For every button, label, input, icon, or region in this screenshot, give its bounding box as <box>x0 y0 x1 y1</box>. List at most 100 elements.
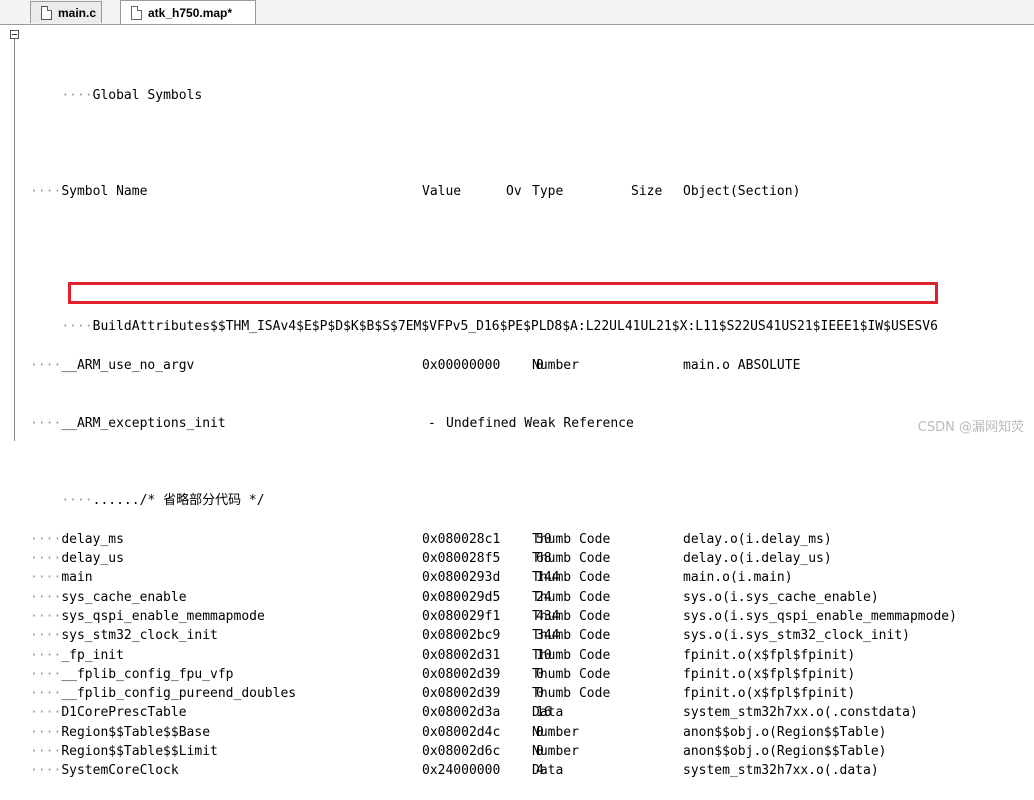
symbol-name: ····Region$$Table$$Base <box>30 724 211 740</box>
tab-main-c[interactable]: main.c <box>30 1 102 23</box>
collapse-fold-icon[interactable] <box>10 30 19 39</box>
symbol-value: 0x00000000 <box>422 358 501 374</box>
symbol-object: main.o ABSOLUTE <box>683 358 801 374</box>
symbol-size: 0 <box>536 724 544 740</box>
symbol-object: sys.o(i.sys_qspi_enable_memmapmode) <box>683 608 957 624</box>
col-type: Type <box>532 184 564 200</box>
symbol-name: ····delay_ms <box>30 531 124 547</box>
symbol-size: 144 <box>536 570 560 586</box>
symbol-value: 0x08002d31 <box>422 647 501 663</box>
editor-tab-bar: main.c atk_h750.map* <box>0 0 1034 25</box>
symbol-object: fpinit.o(x$fpl$fpinit) <box>683 647 856 663</box>
symbol-value: 0x08002d3a <box>422 705 501 721</box>
symbol-object: anon$$obj.o(Region$$Table) <box>683 743 887 759</box>
symbol-size: 24 <box>536 589 552 605</box>
symbol-name: ····D1CorePrescTable <box>30 705 187 721</box>
weak-ref-text: Undefined Weak Reference <box>446 415 634 431</box>
symbol-name: ····__fplib_config_fpu_vfp <box>30 666 234 682</box>
omitted-comment-line: ····....../* 省略部分代码 */ <box>61 493 265 509</box>
symbol-value: 0x080028c1 <box>422 531 501 547</box>
symbol-row: ····D1CorePrescTable 0x08002d3a Data 16 syst… <box>30 703 1034 722</box>
symbol-object: sys.o(i.sys_cache_enable) <box>683 589 879 605</box>
fold-region <box>0 25 26 441</box>
symbol-name-text: SystemCoreClock <box>61 763 179 779</box>
symbol-object: system_stm32h7xx.o(.data) <box>683 763 879 779</box>
symbol-name: ····__ARM_use_no_argv <box>30 358 195 374</box>
watermark: CSDN @漏网知荧 <box>917 420 1024 435</box>
col-symbol-name: Symbol Name <box>61 184 148 200</box>
weak-ref-name: __ARM_exceptions_init <box>61 415 226 431</box>
symbol-row: ····__fplib_config_fpu_vfp 0x08002d39 Thum… <box>30 665 1034 684</box>
symbol-size: 4 <box>536 763 544 779</box>
omitted-comment: ....../* 省略部分代码 */ <box>92 493 265 509</box>
symbol-row: ····delay_ms 0x080028c1 Thumb Code 50 delay.… <box>30 530 1034 549</box>
section-title: Global Symbols <box>92 87 203 103</box>
symbol-size: 0 <box>536 743 544 759</box>
symbol-object: sys.o(i.sys_stm32_clock_init) <box>683 628 910 644</box>
symbol-size: 344 <box>536 628 560 644</box>
symbol-name: ····main <box>30 570 93 586</box>
symbol-size: 434 <box>536 608 560 624</box>
symbol-name-text: __fplib_config_pureend_doubles <box>61 686 297 702</box>
symbol-name: ····Region$$Table$$Limit <box>30 743 218 759</box>
symbol-value: 0x08002bc9 <box>422 628 501 644</box>
tab-atk-h750-map[interactable]: atk_h750.map* <box>120 0 256 24</box>
symbol-name-text: sys_qspi_enable_memmapmode <box>61 608 265 624</box>
symbol-row: ····__fplib_config_pureend_doubles 0x0800… <box>30 684 1034 703</box>
col-object: Object(Section) <box>683 184 801 200</box>
symbol-row: ····sys_cache_enable 0x080029d5 Thumb Code… <box>30 588 1034 607</box>
tab-label: atk_h750.map* <box>148 5 233 20</box>
symbol-value: 0x080029d5 <box>422 589 501 605</box>
symbol-object: system_stm32h7xx.o(.constdata) <box>683 705 918 721</box>
symbol-object: fpinit.o(x$fpl$fpinit) <box>683 666 856 682</box>
symbol-value: 0x0800293d <box>422 570 501 586</box>
column-header-line: ····Symbol Name Value Ov Type Size Objec… <box>30 182 1034 201</box>
symbol-row: ····sys_qspi_enable_memmapmode 0x080029f1… <box>30 607 1034 626</box>
symbol-size: 10 <box>536 647 552 663</box>
weak-ref-value: - <box>428 415 436 431</box>
symbol-name: ····__fplib_config_pureend_doubles <box>30 686 297 702</box>
symbol-row: ····sys_stm32_clock_init 0x08002bc9 Thumb … <box>30 626 1034 645</box>
symbol-value: 0x08002d4c <box>422 724 501 740</box>
symbol-object: fpinit.o(x$fpl$fpinit) <box>683 686 856 702</box>
symbol-size: 68 <box>536 551 552 567</box>
symbol-value: 0x08002d39 <box>422 666 501 682</box>
symbol-name-text: sys_cache_enable <box>61 589 187 605</box>
symbol-name-text: delay_ms <box>61 531 124 547</box>
symbol-value: 0x24000000 <box>422 763 501 779</box>
symbol-name: ····sys_stm32_clock_init <box>30 628 218 644</box>
symbol-row: ····SystemCoreClock 0x24000000 Data 4 system… <box>30 761 1034 780</box>
symbol-object: main.o(i.main) <box>683 570 793 586</box>
symbol-name-text: delay_us <box>61 551 124 567</box>
symbol-size: 0 <box>536 358 544 374</box>
symbol-name-text: __fplib_config_fpu_vfp <box>61 666 234 682</box>
symbol-size: 0 <box>536 666 544 682</box>
symbol-size: 0 <box>536 686 544 702</box>
build-attributes-line: ····BuildAttributes$$THM_ISAv4$E$P$D$K$B… <box>61 319 938 335</box>
symbol-name: ····sys_qspi_enable_memmapmode <box>30 608 265 624</box>
col-value: Value <box>422 184 462 200</box>
symbol-name: ····_fp_init <box>30 647 124 663</box>
symbol-name: ····SystemCoreClock <box>30 763 179 779</box>
symbol-name-text: Region$$Table$$Base <box>61 724 211 740</box>
symbol-row: ····main 0x0800293d Thumb Code 144 main.o(i.… <box>30 568 1034 587</box>
weak-ref-line: ····__ARM_exceptions_init - Undefined We… <box>30 414 1034 433</box>
symbol-name: ····sys_cache_enable <box>30 589 187 605</box>
symbol-value: 0x08002d6c <box>422 743 501 759</box>
col-size: Size <box>631 184 663 200</box>
c-file-icon <box>41 5 52 20</box>
symbol-name-text: _fp_init <box>61 647 124 663</box>
map-file-text[interactable]: ····Global Symbols ····Symbol Name Value… <box>30 28 1034 800</box>
symbol-name-text: main <box>61 570 93 586</box>
symbol-size: 50 <box>536 531 552 547</box>
symbol-name-text: sys_stm32_clock_init <box>61 628 218 644</box>
symbol-row: ····_fp_init 0x08002d31 Thumb Code 10 fpinit… <box>30 646 1034 665</box>
symbol-name-text: D1CorePrescTable <box>61 705 187 721</box>
symbol-value: 0x080029f1 <box>422 608 501 624</box>
symbol-name-text: Region$$Table$$Limit <box>61 743 218 759</box>
map-file-icon <box>131 5 142 20</box>
symbol-value: 0x080028f5 <box>422 551 501 567</box>
build-attributes-text: BuildAttributes$$THM_ISAv4$E$P$D$K$B$S$7… <box>92 319 938 335</box>
